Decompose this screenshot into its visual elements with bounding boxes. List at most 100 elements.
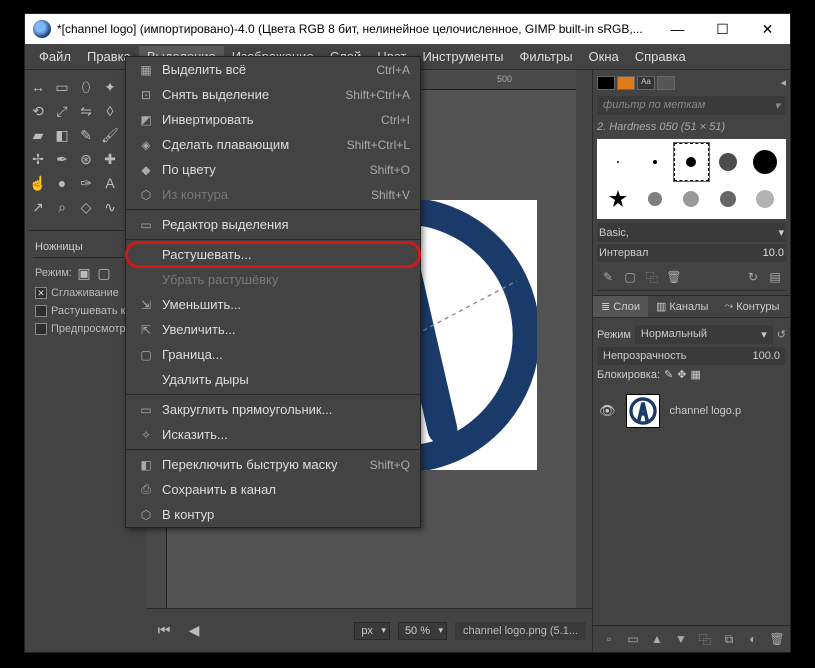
tool-bucket-icon[interactable]: ▰ <box>27 124 49 146</box>
tool-dodge-icon[interactable]: ● <box>51 172 73 194</box>
menu-справка[interactable]: Справка <box>627 46 694 67</box>
tool-cage-icon[interactable]: ◇ <box>75 196 97 218</box>
brush-soft-icon[interactable] <box>711 143 746 181</box>
preview-row[interactable]: Предпросмотр <box>33 320 139 338</box>
open-brush-icon[interactable]: ▤ <box>766 268 784 286</box>
layer-row[interactable]: 👁 channel logo.p <box>593 388 790 434</box>
menu-item[interactable]: ◆По цветуShift+O <box>126 157 420 182</box>
dup-brush-icon[interactable]: ⿻ <box>643 268 661 286</box>
menu-item[interactable]: ▦Выделить всёCtrl+A <box>126 57 420 82</box>
tool-zoom-icon[interactable]: ⌕ <box>51 196 73 218</box>
menu-item[interactable]: ⎙Сохранить в канал <box>126 477 420 502</box>
zoom-combo[interactable]: 50 % <box>398 622 447 640</box>
menu-item[interactable]: ▢Граница... <box>126 342 420 367</box>
dup-layer-icon[interactable]: ⿻ <box>696 630 714 648</box>
tool-smudge-icon[interactable]: ☝ <box>27 172 49 194</box>
close-button[interactable]: ✕ <box>745 14 790 44</box>
menu-item[interactable]: ◈Сделать плавающимShift+Ctrl+L <box>126 132 420 157</box>
tool-clone-icon[interactable]: ⊛ <box>75 148 97 170</box>
tool-ink-icon[interactable]: ✒ <box>51 148 73 170</box>
interval-row[interactable]: Интервал 10.0 <box>597 244 786 262</box>
minimize-button[interactable]: — <box>655 14 700 44</box>
brush-splat4-icon[interactable] <box>747 183 782 215</box>
menu-item[interactable]: Удалить дыры <box>126 367 420 392</box>
basic-combo[interactable]: Basic, ▾ <box>597 223 786 242</box>
menu-item[interactable]: ◩ИнвертироватьCtrl+I <box>126 107 420 132</box>
swatch-aa[interactable]: Aa <box>637 76 655 90</box>
brush-tiny-icon[interactable] <box>638 143 673 181</box>
tool-flip-icon[interactable]: ⇋ <box>75 100 97 122</box>
menu-item[interactable]: ▭Закруглить прямоугольник... <box>126 397 420 422</box>
lock-alpha-icon[interactable]: ▦ <box>690 368 700 381</box>
feather-checkbox[interactable] <box>35 305 47 317</box>
menu-item[interactable]: ⇱Увеличить... <box>126 317 420 342</box>
menu-окна[interactable]: Окна <box>581 46 627 67</box>
mode-add-icon[interactable]: ▢ <box>96 265 112 281</box>
brush-filter[interactable]: фильтр по меткам ▾ <box>597 96 786 115</box>
swatch-grid[interactable] <box>657 76 675 90</box>
tool-text-icon[interactable]: A <box>99 172 121 194</box>
lock-pixels-icon[interactable]: ✎ <box>664 368 673 381</box>
refresh-brush-icon[interactable]: ↻ <box>744 268 762 286</box>
preview-checkbox[interactable] <box>35 323 47 335</box>
tab-channels[interactable]: ▥Каналы <box>648 296 716 317</box>
edit-brush-icon[interactable]: ✎ <box>599 268 617 286</box>
tool-gradient-icon[interactable]: ◧ <box>51 124 73 146</box>
brush-small-icon[interactable] <box>674 143 709 181</box>
antialias-checkbox[interactable]: ✕ <box>35 287 47 299</box>
visibility-eye-icon[interactable]: 👁 <box>599 403 616 419</box>
del-brush-icon[interactable]: 🗑 <box>665 268 683 286</box>
tool-airbrush-icon[interactable]: ✢ <box>27 148 49 170</box>
tool-fuzzy-select-icon[interactable]: ✦ <box>99 76 121 98</box>
delete-layer-icon[interactable]: 🗑 <box>768 630 786 648</box>
tool-move-icon[interactable]: ↔ <box>27 76 49 98</box>
blend-mode-combo[interactable]: Нормальный▾ <box>635 325 773 344</box>
menu-item[interactable]: ✧Исказить... <box>126 422 420 447</box>
tool-brush-icon[interactable]: 🖌 <box>99 124 121 146</box>
new-layer-icon[interactable]: ▫ <box>600 630 618 648</box>
group-layer-icon[interactable]: ▭ <box>624 630 642 648</box>
tool-rect-select-icon[interactable]: ▭ <box>51 76 73 98</box>
tool-rotate-icon[interactable]: ⟲ <box>27 100 49 122</box>
tool-pencil-icon[interactable]: ✎ <box>75 124 97 146</box>
menu-фильтры[interactable]: Фильтры <box>512 46 581 67</box>
merge-layer-icon[interactable]: ⧉ <box>720 630 738 648</box>
brush-splat1-icon[interactable] <box>638 183 673 215</box>
menu-item[interactable]: ⬡В контур <box>126 502 420 527</box>
tab-paths[interactable]: ⤳Контуры <box>716 296 787 317</box>
brush-splat3-icon[interactable] <box>711 183 746 215</box>
tab-layers[interactable]: ≣Слои <box>593 296 648 317</box>
raise-layer-icon[interactable]: ▲ <box>648 630 666 648</box>
menu-инструменты[interactable]: Инструменты <box>414 46 511 67</box>
menu-item[interactable]: ▭Редактор выделения <box>126 212 420 237</box>
menu-файл[interactable]: Файл <box>31 46 79 67</box>
opacity-slider[interactable]: Непрозрачность 100.0 <box>597 347 786 365</box>
reset-mode-icon[interactable]: ↺ <box>777 328 786 341</box>
swatch-black[interactable] <box>597 76 615 90</box>
lock-position-icon[interactable]: ✥ <box>677 368 686 381</box>
brush-dot-icon[interactable] <box>601 143 636 181</box>
tool-warp-icon[interactable]: ∿ <box>99 196 121 218</box>
feather-row[interactable]: Растушевать к <box>33 302 139 320</box>
tool-free-select-icon[interactable]: ⬯ <box>75 76 97 98</box>
menu-item[interactable]: ⊡Снять выделениеShift+Ctrl+A <box>126 82 420 107</box>
mode-replace-icon[interactable]: ▣ <box>76 265 92 281</box>
tool-heal-icon[interactable]: ✚ <box>99 148 121 170</box>
menu-item[interactable]: Растушевать... <box>126 242 420 267</box>
menu-item[interactable]: ◧Переключить быструю маскуShift+Q <box>126 452 420 477</box>
panel-menu-icon[interactable]: ◂ <box>780 76 786 90</box>
nav-first-icon[interactable]: ⏮ <box>153 620 175 642</box>
tool-perspective-icon[interactable]: ◊ <box>99 100 121 122</box>
mask-layer-icon[interactable]: ◐ <box>744 630 762 648</box>
antialias-row[interactable]: ✕ Сглаживание <box>33 284 139 302</box>
lower-layer-icon[interactable]: ▼ <box>672 630 690 648</box>
unit-combo[interactable]: px <box>354 622 390 640</box>
maximize-button[interactable]: ☐ <box>700 14 745 44</box>
brush-big-icon[interactable] <box>747 143 782 181</box>
swatch-orange[interactable] <box>617 76 635 90</box>
nav-prev-icon[interactable]: ◀ <box>183 620 205 642</box>
tool-path-icon[interactable]: ✑ <box>75 172 97 194</box>
brush-star-icon[interactable] <box>601 183 636 215</box>
menu-item[interactable]: ⇲Уменьшить... <box>126 292 420 317</box>
tool-measure-icon[interactable]: ↗ <box>27 196 49 218</box>
